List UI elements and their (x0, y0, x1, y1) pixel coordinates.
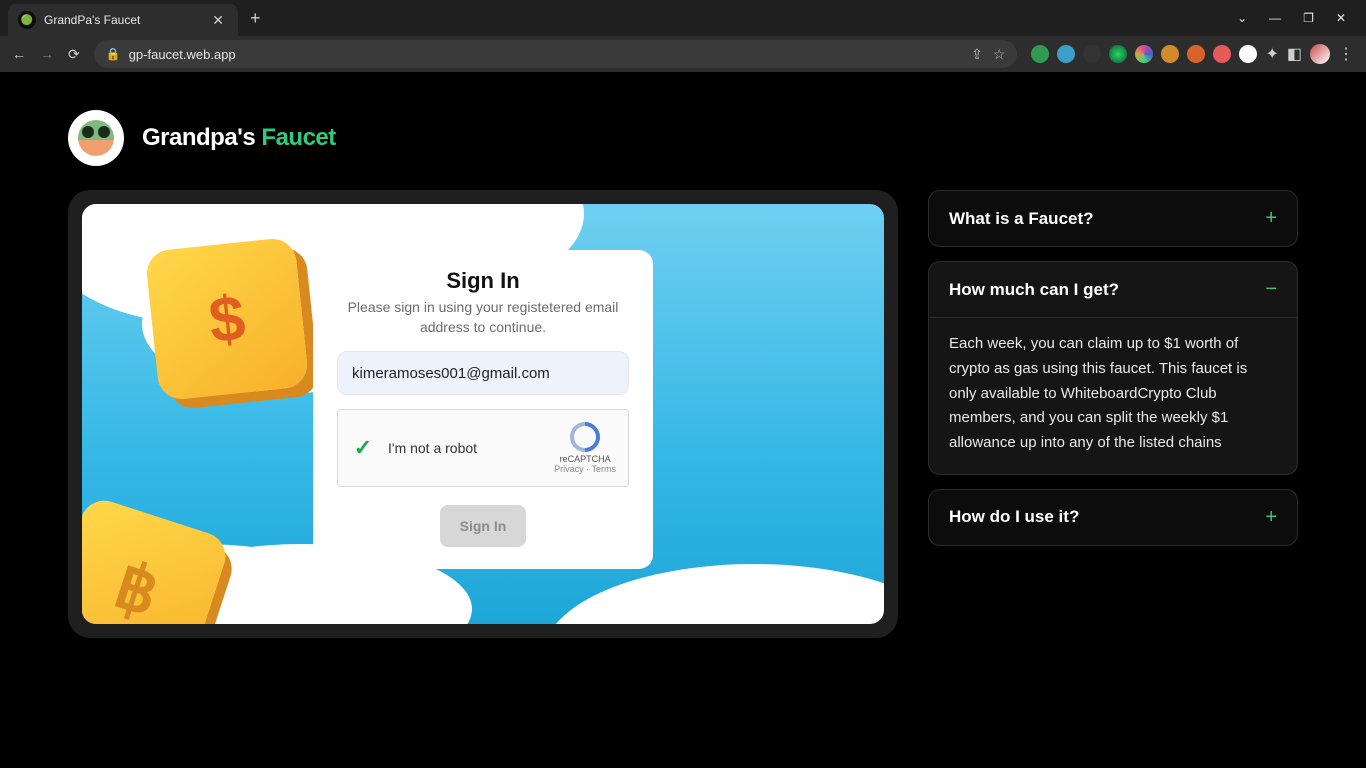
lock-icon: 🔒 (106, 47, 121, 61)
recaptcha-brand: reCAPTCHA (560, 454, 611, 464)
profile-avatar[interactable] (1310, 44, 1330, 64)
toolbar: ← → ⟳ 🔒 gp-faucet.web.app ⇪ ☆ ✦ ◧ ⋮ (0, 36, 1366, 72)
signin-panel: $ ฿ Sign In Please sign in using your re… (68, 190, 898, 638)
brand-row: Grandpa's Faucet (68, 110, 1298, 166)
email-field[interactable] (337, 351, 629, 395)
maximize-icon[interactable]: ❐ (1303, 11, 1314, 25)
tab-bar: 🟢 GrandPa's Faucet ✕ + ⌄ ― ❐ ✕ (0, 0, 1366, 36)
extension-icon[interactable] (1135, 45, 1153, 63)
reload-icon[interactable]: ⟳ (68, 46, 80, 63)
signin-button[interactable]: Sign In (440, 505, 526, 547)
extension-icon[interactable] (1031, 45, 1049, 63)
close-icon[interactable]: ✕ (208, 12, 228, 29)
brand-title: Grandpa's Faucet (142, 124, 336, 152)
star-icon[interactable]: ☆ (993, 46, 1006, 63)
faq-item: How much can I get? − Each week, you can… (928, 261, 1298, 475)
browser-tab[interactable]: 🟢 GrandPa's Faucet ✕ (8, 4, 238, 36)
page-content: Grandpa's Faucet $ ฿ Sign In Please sign… (0, 72, 1366, 638)
recaptcha-badge: reCAPTCHA Privacy · Terms (554, 422, 616, 474)
browser-chrome: 🟢 GrandPa's Faucet ✕ + ⌄ ― ❐ ✕ ← → ⟳ 🔒 g… (0, 0, 1366, 72)
extension-icon[interactable] (1161, 45, 1179, 63)
tab-title: GrandPa's Faucet (44, 13, 200, 27)
signin-subtitle: Please sign in using your registetered e… (337, 298, 629, 337)
faq-answer: Each week, you can claim up to $1 worth … (929, 317, 1297, 474)
extension-icon[interactable] (1057, 45, 1075, 63)
new-tab-button[interactable]: + (250, 8, 261, 29)
brand-logo (68, 110, 124, 166)
address-bar[interactable]: 🔒 gp-faucet.web.app ⇪ ☆ (94, 40, 1018, 68)
stage-illustration: $ ฿ Sign In Please sign in using your re… (82, 204, 884, 624)
minimize-icon[interactable]: ― (1269, 11, 1281, 25)
plus-icon: + (1265, 207, 1277, 230)
extension-icon[interactable] (1187, 45, 1205, 63)
extensions: ✦ ◧ ⋮ (1031, 44, 1354, 64)
faq-question: What is a Faucet? (949, 209, 1265, 229)
plus-icon: + (1265, 506, 1277, 529)
kebab-menu-icon[interactable]: ⋮ (1338, 44, 1354, 64)
check-icon: ✓ (350, 435, 376, 461)
tab-favicon: 🟢 (18, 11, 36, 29)
extension-icon[interactable] (1239, 45, 1257, 63)
extension-icon[interactable] (1083, 45, 1101, 63)
panel-icon[interactable]: ◧ (1287, 44, 1302, 64)
brand-text: Grandpa's (142, 124, 261, 151)
faq-question: How much can I get? (949, 280, 1265, 300)
recaptcha-links[interactable]: Privacy · Terms (554, 464, 616, 474)
faq-item: What is a Faucet? + (928, 190, 1298, 247)
extensions-puzzle-icon[interactable]: ✦ (1265, 44, 1278, 64)
close-window-icon[interactable]: ✕ (1336, 11, 1346, 25)
recaptcha-icon (564, 416, 606, 458)
minus-icon: − (1265, 278, 1277, 301)
url-text: gp-faucet.web.app (129, 47, 963, 62)
extension-icon[interactable] (1109, 45, 1127, 63)
faq-question: How do I use it? (949, 507, 1265, 527)
faq-column: What is a Faucet? + How much can I get? … (928, 190, 1298, 638)
coin-deco: ฿ (82, 494, 232, 624)
share-icon[interactable]: ⇪ (971, 46, 983, 63)
faq-item: How do I use it? + (928, 489, 1298, 546)
faq-toggle[interactable]: How do I use it? + (929, 490, 1297, 545)
back-icon[interactable]: ← (12, 46, 26, 62)
window-controls: ⌄ ― ❐ ✕ (1237, 11, 1366, 25)
extension-icon[interactable] (1213, 45, 1231, 63)
faq-toggle[interactable]: What is a Faucet? + (929, 191, 1297, 246)
signin-card: Sign In Please sign in using your regist… (313, 250, 653, 569)
signin-title: Sign In (337, 268, 629, 294)
forward-icon[interactable]: → (40, 46, 54, 62)
recaptcha-label: I'm not a robot (388, 440, 554, 456)
recaptcha[interactable]: ✓ I'm not a robot reCAPTCHA Privacy · Te… (337, 409, 629, 487)
chevron-down-icon[interactable]: ⌄ (1237, 11, 1247, 25)
cloud-deco (544, 564, 884, 624)
faq-toggle[interactable]: How much can I get? − (929, 262, 1297, 317)
brand-accent: Faucet (261, 124, 335, 151)
coin-deco: $ (145, 237, 310, 402)
